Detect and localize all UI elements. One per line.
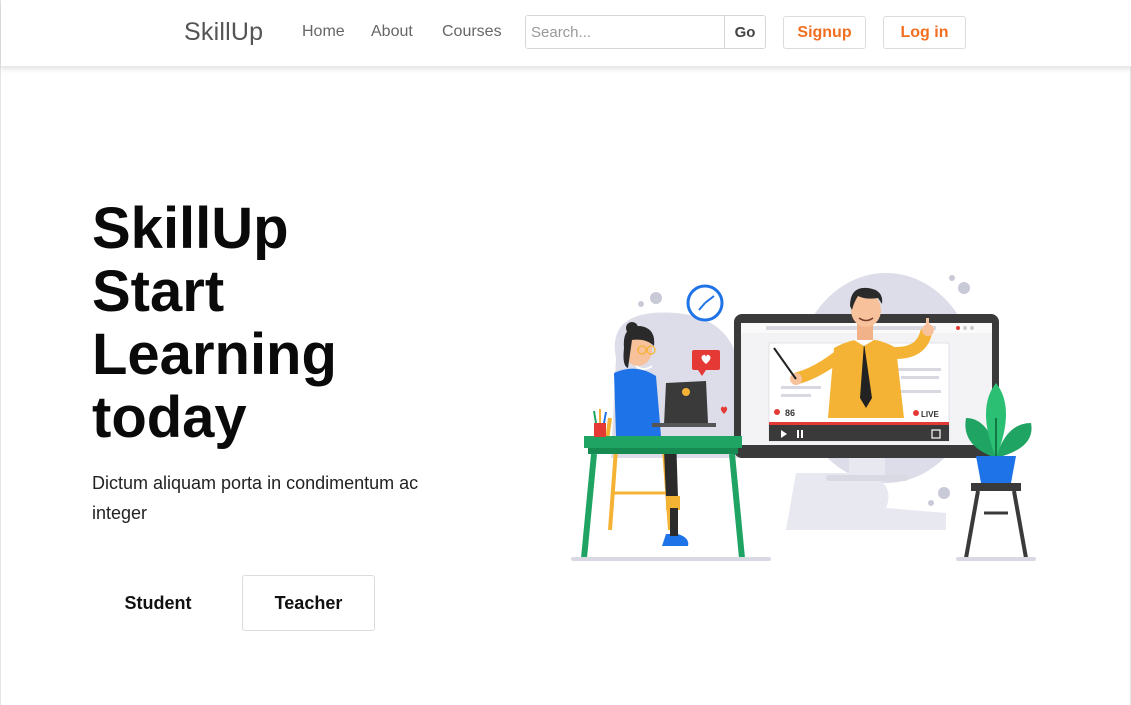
- hero-title-line: Start: [92, 259, 225, 324]
- clock-icon: [686, 284, 724, 322]
- search-input[interactable]: [526, 16, 724, 48]
- hero-title-line: Learning: [92, 322, 337, 387]
- live-badge: LIVE: [921, 410, 939, 419]
- nav-link-about[interactable]: About: [371, 23, 413, 41]
- teacher-button[interactable]: Teacher: [242, 575, 375, 631]
- top-navbar: SkillUp Home About Courses Go Signup Log…: [1, 0, 1131, 67]
- viewers-count: 86: [785, 408, 795, 418]
- hero-subtitle: Dictum aliquam porta in condimentum ac i…: [92, 473, 419, 523]
- decor-dot: [638, 301, 644, 307]
- background-blob: [786, 473, 946, 530]
- decor-dot: [650, 292, 662, 304]
- hero-title-line: SkillUp: [92, 196, 289, 261]
- login-button[interactable]: Log in: [883, 16, 966, 49]
- brand-logo[interactable]: SkillUp: [184, 18, 263, 47]
- online-class-illustration: 86 LIVE: [571, 273, 1036, 561]
- search-form: Go: [525, 15, 766, 49]
- nav-link-courses[interactable]: Courses: [442, 23, 502, 41]
- hero-title-line: today: [92, 385, 247, 450]
- decor-dot: [928, 500, 934, 506]
- decor-dot: [949, 275, 955, 281]
- signup-button[interactable]: Signup: [783, 16, 866, 49]
- search-go-button[interactable]: Go: [724, 16, 765, 48]
- hero-title: SkillUp Start Learning today: [92, 197, 492, 449]
- decor-dot: [958, 282, 970, 294]
- student-button[interactable]: Student: [92, 575, 224, 631]
- decor-dot: [938, 487, 950, 499]
- nav-link-home[interactable]: Home: [302, 23, 345, 41]
